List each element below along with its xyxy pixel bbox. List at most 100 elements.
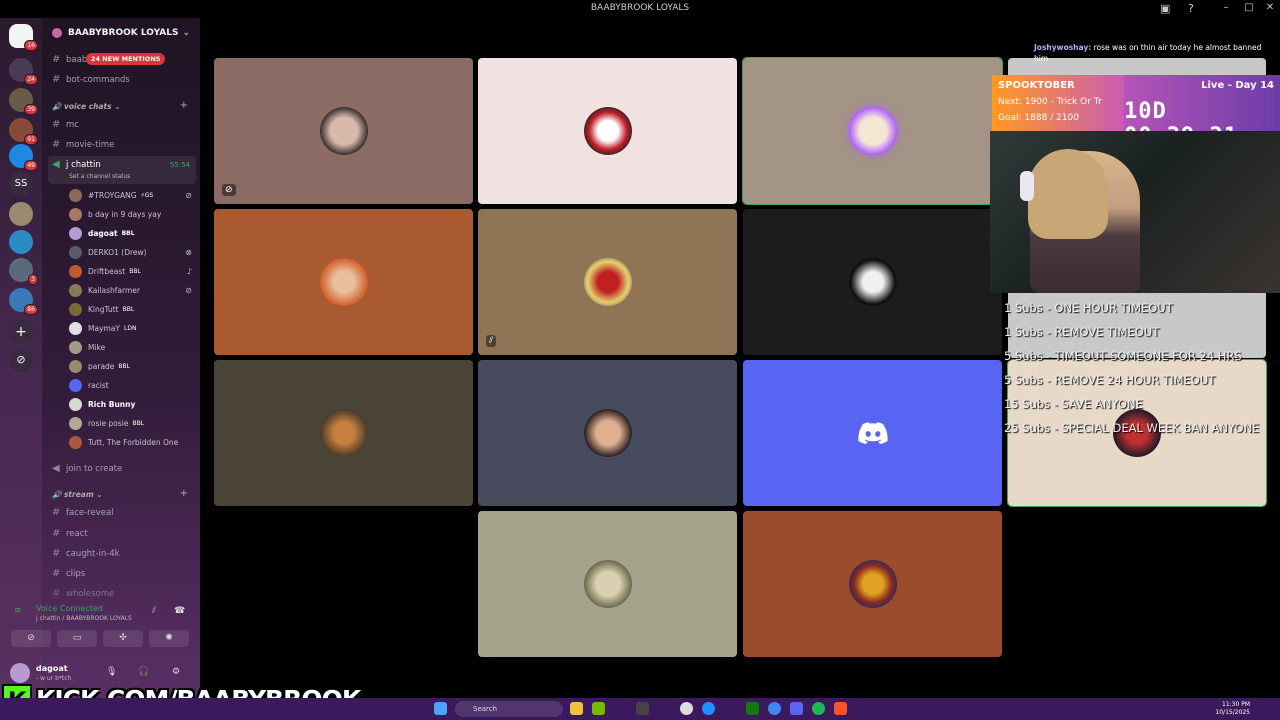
noise-suppression-icon[interactable]: ⫽ bbox=[152, 606, 156, 616]
help-icon[interactable]: ? bbox=[1188, 2, 1194, 15]
channel-status[interactable]: Set a channel status bbox=[69, 173, 130, 180]
channel-j-chattin[interactable]: ◀ j chattin bbox=[52, 159, 101, 170]
voice-member[interactable]: Tutt, The Forbidden One bbox=[69, 433, 194, 451]
avatar bbox=[69, 340, 82, 354]
taskbar-clock[interactable]: 11:30 PM 10/15/2025 bbox=[1215, 701, 1250, 717]
server-icon-4[interactable]: 49 bbox=[9, 144, 38, 171]
channel-movie-time[interactable]: # movie-time bbox=[52, 139, 114, 150]
xbox-icon[interactable] bbox=[746, 702, 759, 715]
file-explorer-icon[interactable] bbox=[570, 702, 583, 715]
voice-member[interactable]: KingTutt BBL bbox=[69, 300, 194, 318]
server-icon-2[interactable]: 39 bbox=[9, 88, 38, 115]
streamer-hair bbox=[1028, 149, 1108, 239]
new-mentions-pill[interactable]: 24 NEW MENTIONS bbox=[86, 53, 166, 65]
voice-member[interactable]: DERKO1 (Drew) ⊗ bbox=[69, 243, 194, 261]
muted-icon: ⊘ bbox=[185, 190, 192, 200]
channel-bot-commands[interactable]: # bot-commands bbox=[52, 74, 130, 85]
hash-icon: # bbox=[52, 568, 61, 579]
chevron-down-icon[interactable]: ⌄ bbox=[182, 28, 190, 38]
voice-member[interactable]: Rich Bunny bbox=[69, 395, 194, 413]
voice-member[interactable]: dagoat BBL bbox=[69, 224, 194, 242]
channel-sidebar: BAABYBROOK LOYALS ⌄ #baabybrook 24 NEW M… bbox=[42, 18, 200, 698]
server-icon-5[interactable] bbox=[9, 202, 33, 226]
spotify-icon[interactable] bbox=[812, 702, 825, 715]
server-folder[interactable]: 86 bbox=[9, 288, 38, 315]
camera-button[interactable]: ⊘ bbox=[11, 630, 51, 647]
voice-member[interactable]: Kailashfarmer ⊘ bbox=[69, 281, 194, 299]
avatar bbox=[69, 435, 82, 449]
avatar[interactable] bbox=[10, 663, 30, 683]
participant-tile[interactable] bbox=[478, 511, 737, 657]
start-icon[interactable] bbox=[434, 702, 447, 715]
channel-mc[interactable]: # mc bbox=[52, 119, 79, 130]
obs-icon[interactable] bbox=[680, 702, 693, 715]
server-icon-1[interactable]: 24 bbox=[9, 58, 38, 85]
voice-member[interactable]: b day in 9 days yay bbox=[69, 205, 194, 223]
category-stream[interactable]: 🔊 stream ⌄ bbox=[52, 490, 103, 499]
camera-off-icon: ⊘ bbox=[222, 184, 236, 196]
server-icon-6[interactable] bbox=[9, 230, 33, 254]
avatar bbox=[69, 321, 82, 335]
app-icon[interactable] bbox=[636, 702, 649, 715]
hash-icon: # bbox=[52, 528, 61, 539]
participant-tile[interactable] bbox=[478, 58, 737, 204]
gear-icon[interactable]: ⚙ bbox=[172, 667, 180, 677]
hash-icon: # bbox=[52, 74, 61, 85]
server-icon-ss[interactable]: SS bbox=[9, 172, 33, 196]
voice-connected-subtitle[interactable]: j chattin / BAABYBROOK LOYALS bbox=[36, 615, 132, 622]
channel-face-reveal[interactable]: # face-reveal bbox=[52, 507, 114, 518]
microphone-icon[interactable]: 🎙 bbox=[106, 667, 117, 677]
voice-member[interactable]: Mike bbox=[69, 338, 194, 356]
voice-member[interactable]: racist bbox=[69, 376, 194, 394]
chat-username: Joshywoshay: bbox=[1034, 43, 1092, 52]
channel-react[interactable]: # react bbox=[52, 528, 88, 539]
channel-clips[interactable]: # clips bbox=[52, 568, 85, 579]
voice-member[interactable]: parade BBL bbox=[69, 357, 194, 375]
participant-tile[interactable] bbox=[742, 57, 1003, 205]
participant-tile[interactable]: ⫽ bbox=[478, 209, 737, 355]
participant-tile[interactable] bbox=[478, 360, 737, 506]
soundboard-button[interactable]: ✺ bbox=[149, 630, 189, 647]
stream-chat-message: Joshywoshay: rose was on thin air today … bbox=[1034, 42, 1264, 64]
voice-member[interactable]: rosie posie BBL bbox=[69, 414, 194, 432]
category-voice-chats[interactable]: 🔊 voice chats ⌄ bbox=[52, 102, 121, 111]
voice-member[interactable]: MaymaY LDN bbox=[69, 319, 194, 337]
add-channel-icon[interactable]: + bbox=[180, 488, 188, 499]
channel-caught-in-4k[interactable]: # caught-in-4k bbox=[52, 548, 120, 559]
avatar bbox=[69, 397, 82, 411]
avatar bbox=[69, 264, 82, 278]
channel-join-to-create[interactable]: ◀ join to create bbox=[52, 463, 122, 474]
discover-icon[interactable]: ⊘ bbox=[9, 348, 33, 372]
app-icon[interactable] bbox=[702, 702, 715, 715]
avatar bbox=[583, 107, 632, 155]
participant-tile[interactable] bbox=[743, 209, 1002, 355]
add-channel-icon[interactable]: + bbox=[180, 100, 188, 111]
headphones-icon[interactable]: 🎧 bbox=[138, 667, 149, 677]
participant-tile[interactable] bbox=[214, 209, 473, 355]
add-server-icon[interactable]: + bbox=[9, 320, 33, 344]
channel-wholesome[interactable]: # wholesome bbox=[52, 588, 114, 599]
chrome-icon[interactable] bbox=[768, 702, 781, 715]
voice-member[interactable]: Driftbeast BBL ♪ bbox=[69, 262, 194, 280]
inbox-icon[interactable]: ▣ bbox=[1160, 2, 1170, 15]
minimize-button[interactable]: – bbox=[1218, 2, 1234, 13]
activities-button[interactable]: ✣ bbox=[103, 630, 143, 647]
participant-tile[interactable]: ⊘ bbox=[214, 58, 473, 204]
participant-tile[interactable] bbox=[743, 511, 1002, 657]
screen-share-button[interactable]: ▭ bbox=[57, 630, 97, 647]
server-icon-7[interactable]: 3 bbox=[9, 258, 38, 285]
participant-tile[interactable] bbox=[743, 360, 1002, 506]
disconnect-icon[interactable]: ☎ bbox=[174, 606, 185, 616]
brave-icon[interactable] bbox=[834, 702, 847, 715]
home-icon[interactable]: 16 bbox=[9, 24, 38, 51]
taskbar-search[interactable]: Search bbox=[455, 701, 563, 717]
discord-icon[interactable] bbox=[790, 702, 803, 715]
maximize-button[interactable]: □ bbox=[1241, 2, 1257, 13]
guild-header[interactable]: BAABYBROOK LOYALS ⌄ bbox=[42, 18, 200, 48]
participant-tile[interactable] bbox=[214, 360, 473, 506]
server-icon-3[interactable]: 91 bbox=[9, 118, 38, 145]
nvidia-icon[interactable] bbox=[592, 702, 605, 715]
close-button[interactable]: ✕ bbox=[1262, 2, 1278, 13]
username: dagoat bbox=[36, 664, 68, 673]
voice-member[interactable]: #TROYGANG ⚡GS ⊘ bbox=[69, 186, 194, 204]
